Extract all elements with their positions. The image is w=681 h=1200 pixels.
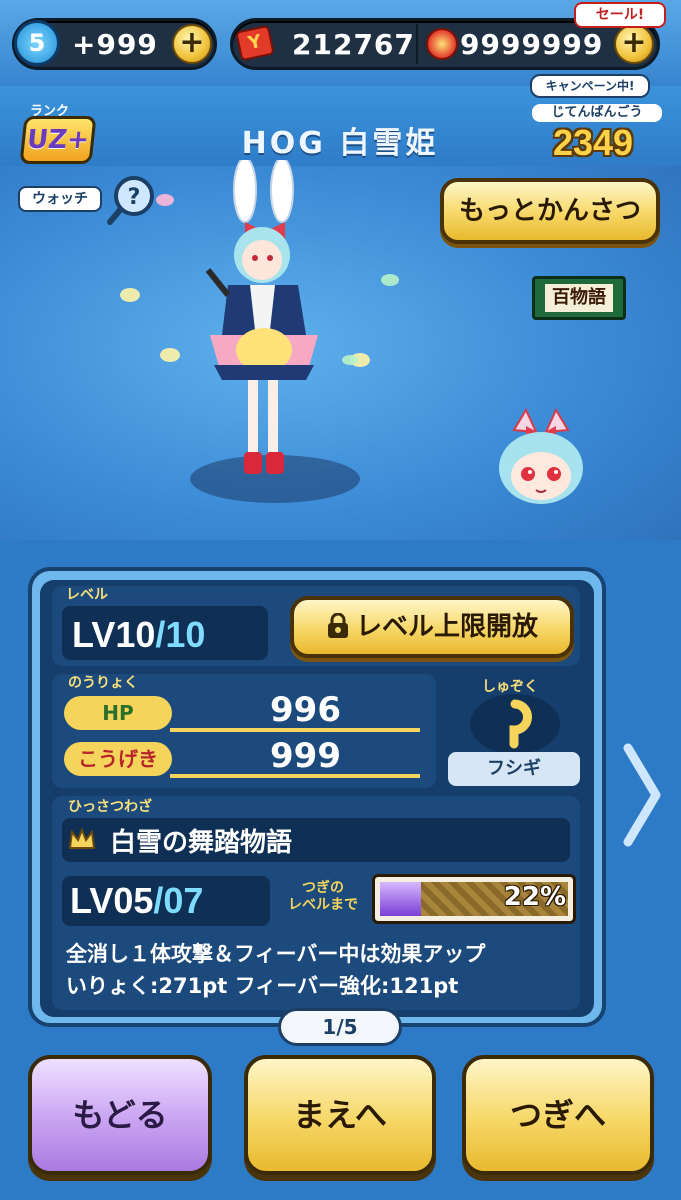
page-title: HOG 白雪姫 bbox=[241, 126, 439, 161]
ability-label: のうりょく bbox=[68, 675, 138, 691]
skill-level-current: 05 bbox=[113, 880, 154, 921]
add-stamina-button[interactable]: + bbox=[172, 24, 212, 64]
lock-icon bbox=[326, 604, 350, 638]
rank-badge: UZ+ bbox=[19, 116, 97, 164]
observe-more-button[interactable]: もっとかんさつ bbox=[440, 178, 660, 244]
crown-icon bbox=[68, 826, 96, 852]
campaign-badge: キャンペーン中! bbox=[530, 74, 650, 98]
stamina-level: 5 bbox=[28, 29, 46, 57]
next-button[interactable]: つぎへ bbox=[462, 1055, 654, 1175]
gem-count: 9999999 bbox=[460, 28, 604, 61]
next-page-arrow[interactable] bbox=[620, 740, 664, 850]
skill-name: 白雪の舞踏物語 bbox=[110, 828, 293, 858]
skill-progress-fill bbox=[380, 882, 422, 916]
skill-power: いりょく:271pt フィーバー強化:121pt bbox=[66, 974, 459, 998]
stamina-icon: 5 bbox=[14, 20, 60, 66]
unlock-label: レベル上限開放 bbox=[355, 612, 538, 642]
hp-label: HP bbox=[64, 696, 172, 730]
dex-number: 2349 bbox=[552, 122, 634, 163]
coin-count: 212767 bbox=[292, 28, 415, 61]
tribe-label: しゅぞく bbox=[482, 679, 538, 695]
rank-label: ランク bbox=[30, 104, 70, 119]
attack-value: 999 bbox=[270, 736, 341, 776]
add-gems-button[interactable]: + bbox=[614, 24, 654, 64]
sale-badge[interactable]: セール! bbox=[574, 2, 666, 28]
mysterious-tribe-icon bbox=[492, 696, 538, 752]
watch-label: ウォッチ bbox=[18, 186, 102, 212]
stamina-value: +999 bbox=[72, 28, 158, 61]
level-label: レベル bbox=[66, 587, 108, 603]
hyaku-monogatari-badge[interactable]: 百物語 bbox=[532, 276, 626, 320]
badge-label: 百物語 bbox=[545, 284, 613, 312]
skill-progress-text: 22% bbox=[503, 882, 566, 912]
gem-icon bbox=[426, 28, 458, 60]
character-face-icon bbox=[486, 400, 596, 510]
divider bbox=[416, 24, 418, 64]
back-button[interactable]: もどる bbox=[28, 1055, 212, 1175]
unlock-level-cap-button[interactable]: レベル上限開放 bbox=[290, 596, 574, 658]
skill-label: ひっさつわざ bbox=[68, 799, 152, 815]
tribe-name: フシギ bbox=[448, 752, 580, 786]
skill-level-max: /07 bbox=[153, 880, 204, 921]
page-indicator: 1/5 bbox=[278, 1008, 402, 1046]
level-max: /10 bbox=[155, 614, 206, 655]
attack-label: こうげき bbox=[64, 742, 172, 776]
level-value: LV10/10 bbox=[72, 614, 206, 655]
skill-description: 全消し１体攻撃＆フィーバー中は効果アップ bbox=[66, 942, 486, 966]
hp-value: 996 bbox=[270, 690, 341, 730]
next-level-label: つぎの レベルまで bbox=[288, 880, 358, 913]
skill-level-value: LV05/07 bbox=[70, 880, 204, 921]
level-current: 10 bbox=[115, 614, 156, 655]
previous-button[interactable]: まえへ bbox=[244, 1055, 436, 1175]
dex-label: じてんばんごう bbox=[532, 104, 662, 122]
character-sprite bbox=[110, 157, 410, 490]
